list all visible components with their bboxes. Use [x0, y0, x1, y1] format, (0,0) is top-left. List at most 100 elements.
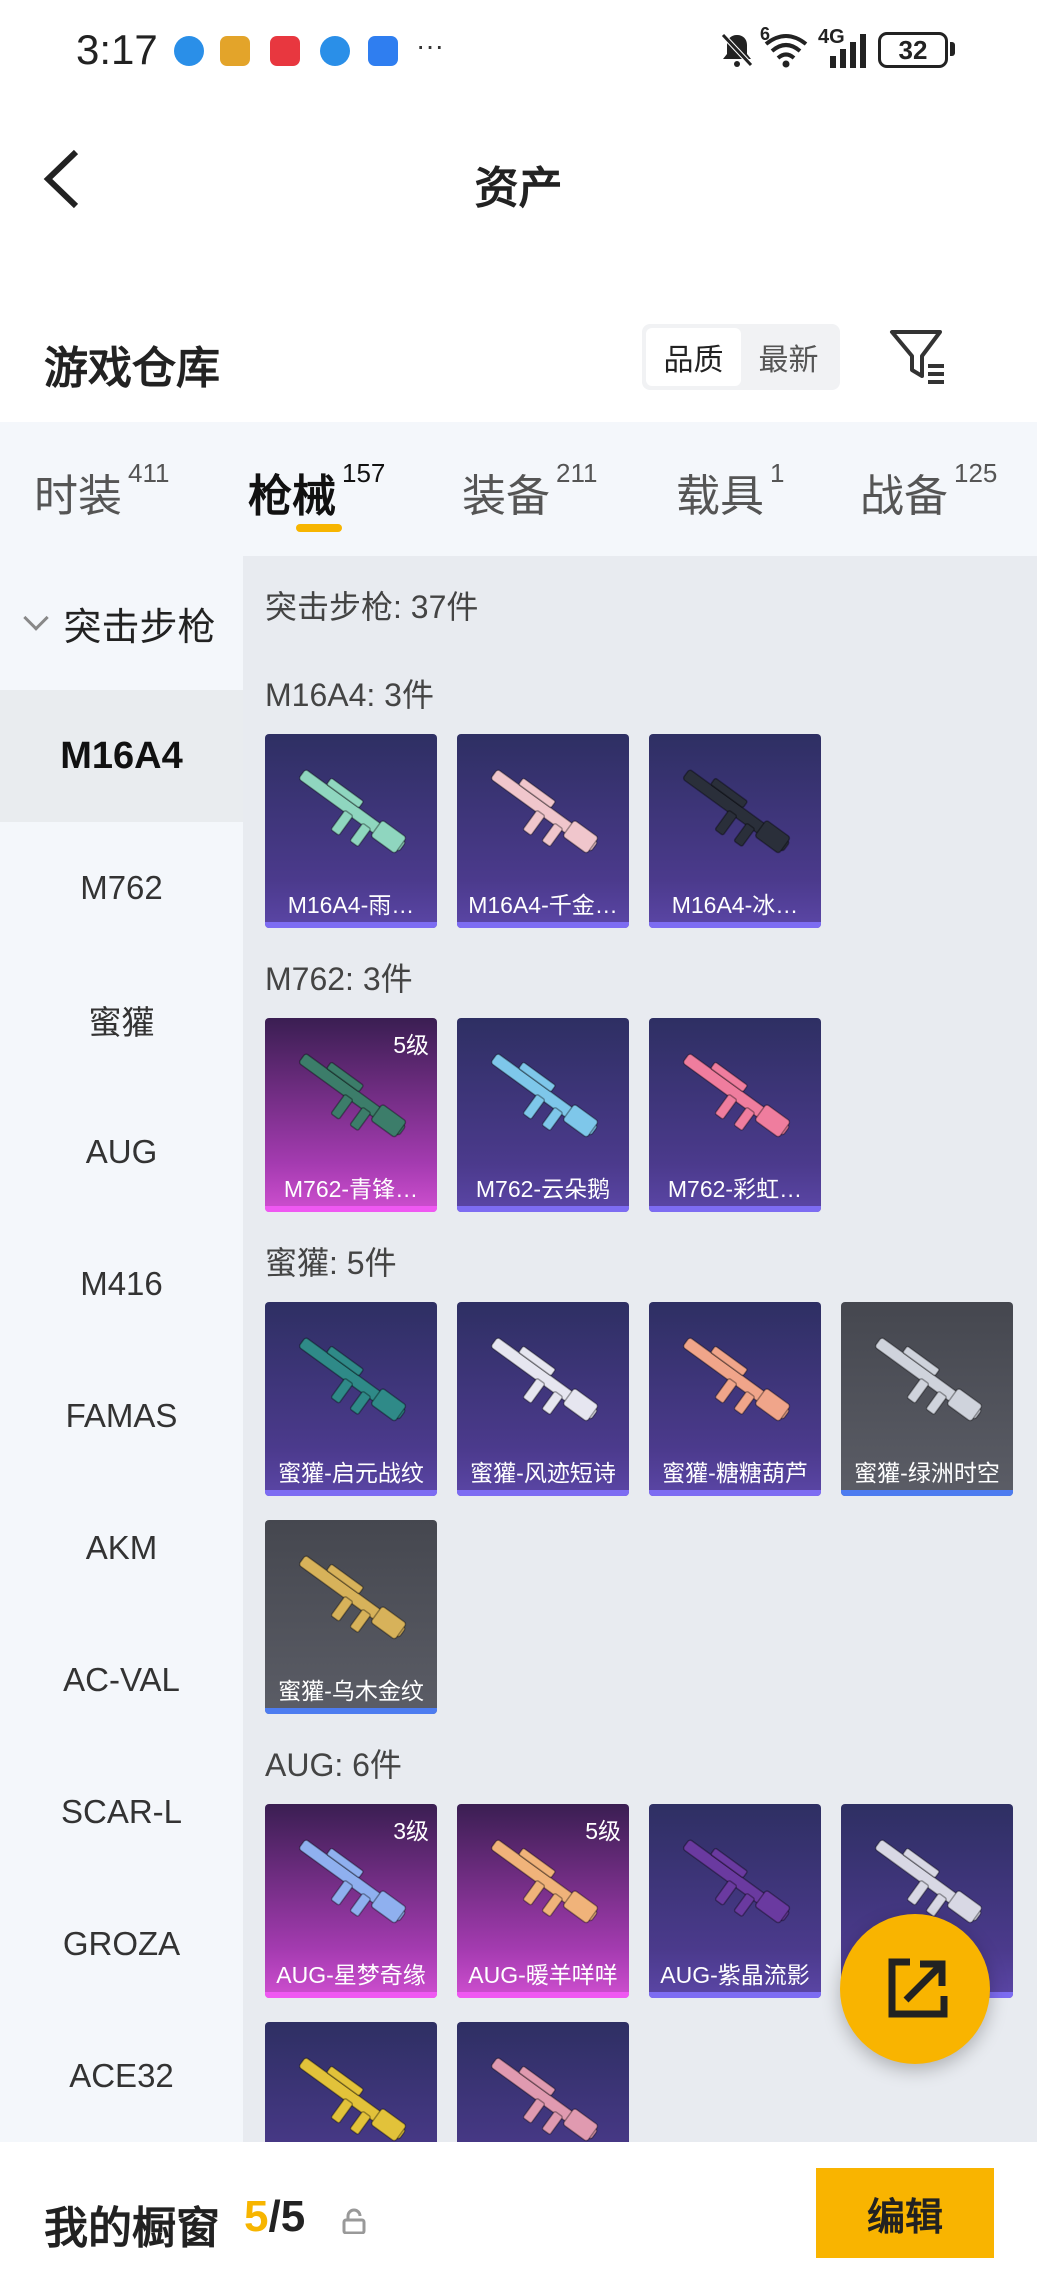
mute-icon	[721, 33, 753, 67]
tab-label: 枪械	[248, 472, 336, 521]
share-fab-button[interactable]	[840, 1914, 990, 2064]
section-title: M16A4: 3件	[265, 677, 434, 713]
sort-toggle: 品质 最新	[642, 324, 840, 390]
overflow-icon: ···	[416, 30, 444, 61]
skin-card[interactable]: AUG-紫晶流影	[649, 1804, 821, 1998]
skin-name: M16A4-冰…	[671, 892, 799, 918]
skin-name: 蜜獾-风迹短诗	[470, 1460, 616, 1486]
skin-card[interactable]: 蜜獾-糖糖葫芦	[649, 1302, 821, 1496]
gun-skin-image	[490, 1337, 599, 1422]
skin-card[interactable]: 蜜獾-绿洲时空	[841, 1302, 1013, 1496]
sidebar-item-scar-l[interactable]: SCAR-L	[0, 1746, 243, 1878]
skin-name: 蜜獾-启元战纹	[278, 1460, 424, 1486]
gun-skin-image	[682, 1053, 791, 1138]
gun-skin-image	[682, 1839, 791, 1924]
weather-icon	[368, 36, 398, 66]
sidebar-item-m16a4[interactable]: M16A4	[0, 690, 243, 822]
tab-count: 125	[954, 458, 998, 488]
showcase-bar: 我的橱窗 5/5 编辑	[0, 2142, 1037, 2295]
showcase-label: 我的橱窗	[44, 2204, 220, 2253]
tab-equipment[interactable]: 装备 211	[462, 458, 597, 524]
skin-name: M762-云朵鹅	[475, 1176, 611, 1202]
status-time: 3:17	[76, 26, 158, 73]
category-tabs: 时装 411 枪械 157 装备 211 载具 1 战备 125	[0, 422, 1037, 556]
skin-card[interactable]: 5级 AUG-暖羊咩咩	[457, 1804, 629, 1998]
skin-name: M762-青锋…	[283, 1176, 419, 1202]
skin-card[interactable]: M16A4-雨…	[265, 734, 437, 928]
rarity-bar	[649, 1490, 821, 1496]
section-title: AUG: 6件	[265, 1747, 402, 1783]
browser-icon	[174, 36, 204, 66]
tab-firearms[interactable]: 枪械 157	[248, 458, 385, 524]
rarity-bar	[649, 1206, 821, 1212]
rarity-bar	[457, 1490, 629, 1496]
rarity-bar	[265, 1206, 437, 1212]
sidebar-item-groza[interactable]: GROZA	[0, 1878, 243, 2010]
rarity-bar	[457, 922, 629, 928]
section-title: M762: 3件	[265, 961, 413, 997]
tab-label: 装备	[462, 472, 550, 521]
skin-card[interactable]: 蜜獾-启元战纹	[265, 1302, 437, 1496]
skin-card[interactable]: M16A4-千金…	[457, 734, 629, 928]
sidebar-item-famas[interactable]: FAMAS	[0, 1350, 243, 1482]
battery-tip	[950, 42, 955, 56]
showcase-count-total: /5	[268, 2192, 306, 2241]
rarity-bar	[649, 922, 821, 928]
sort-newest-button[interactable]: 最新	[741, 328, 836, 386]
game-app-icon	[220, 36, 250, 66]
sidebar-item-ace32[interactable]: ACE32	[0, 2010, 243, 2142]
edit-button[interactable]: 编辑	[816, 2168, 994, 2258]
skin-card[interactable]: M16A4-冰…	[649, 734, 821, 928]
warehouse-header: 游戏仓库 品质 最新	[0, 310, 1037, 420]
tab-label: 战备	[860, 472, 948, 521]
skin-name: AUG-暖羊咩咩	[468, 1962, 618, 1988]
status-bar: 3:17 ··· 6 4G 32	[0, 0, 1037, 100]
skin-card[interactable]: M762-云朵鹅	[457, 1018, 629, 1212]
skin-name: M16A4-雨…	[287, 892, 415, 918]
tab-label: 载具	[676, 472, 764, 521]
rarity-bar	[265, 1490, 437, 1496]
showcase-count: 5/5	[244, 2192, 305, 2242]
rarity-bar	[457, 1206, 629, 1212]
warehouse-title: 游戏仓库	[44, 344, 220, 393]
skin-card[interactable]: 蜜獾-风迹短诗	[457, 1302, 629, 1496]
page-title: 资产	[474, 164, 563, 213]
sidebar-item-akm[interactable]: AKM	[0, 1482, 243, 1614]
filter-icon[interactable]	[888, 326, 948, 386]
skin-level-badge: 5级	[585, 1818, 621, 1844]
tab-supplies[interactable]: 战备 125	[860, 458, 998, 524]
battery-icon: 32	[878, 32, 948, 68]
sidebar-item-aug[interactable]: AUG	[0, 1086, 243, 1218]
tab-vehicles[interactable]: 载具 1	[676, 458, 785, 524]
gun-skin-image	[298, 1555, 407, 1640]
sort-quality-button[interactable]: 品质	[646, 328, 741, 386]
sidebar-item-honey-badger[interactable]: 蜜獾	[0, 954, 243, 1086]
sidebar-category-label: 突击步枪	[63, 606, 216, 649]
skin-level-badge: 3级	[393, 1818, 429, 1844]
skin-name: M762-彩虹…	[667, 1176, 803, 1202]
skin-card[interactable]: 蜜獾-乌木金纹	[265, 1520, 437, 1714]
skin-name: AUG-星梦奇缘	[276, 1962, 426, 1988]
gun-skin-image	[490, 2057, 599, 2142]
sidebar-item-m762[interactable]: M762	[0, 822, 243, 954]
nav-bar: 资产	[0, 100, 1037, 250]
rarity-bar	[649, 1992, 821, 1998]
tab-count: 1	[770, 458, 785, 488]
sidebar-item-m416[interactable]: M416	[0, 1218, 243, 1350]
tab-fashion[interactable]: 时装 411	[34, 458, 170, 524]
gun-skin-image	[490, 1053, 599, 1138]
rarity-bar	[265, 1992, 437, 1998]
skin-card[interactable]: 5级 M762-青锋…	[265, 1018, 437, 1212]
gun-skin-image	[490, 769, 599, 854]
rarity-bar	[265, 922, 437, 928]
rarity-bar	[841, 1490, 1013, 1496]
sidebar-category-assault-rifle[interactable]: 突击步枪	[0, 556, 243, 690]
skin-card[interactable]: M762-彩虹…	[649, 1018, 821, 1212]
sidebar-item-ac-val[interactable]: AC-VAL	[0, 1614, 243, 1746]
skin-card[interactable]	[457, 2022, 629, 2142]
active-tab-indicator	[296, 524, 342, 532]
skin-card[interactable]	[265, 2022, 437, 2142]
tab-count: 411	[128, 458, 170, 488]
browser-icon	[320, 36, 350, 66]
skin-card[interactable]: 3级 AUG-星梦奇缘	[265, 1804, 437, 1998]
